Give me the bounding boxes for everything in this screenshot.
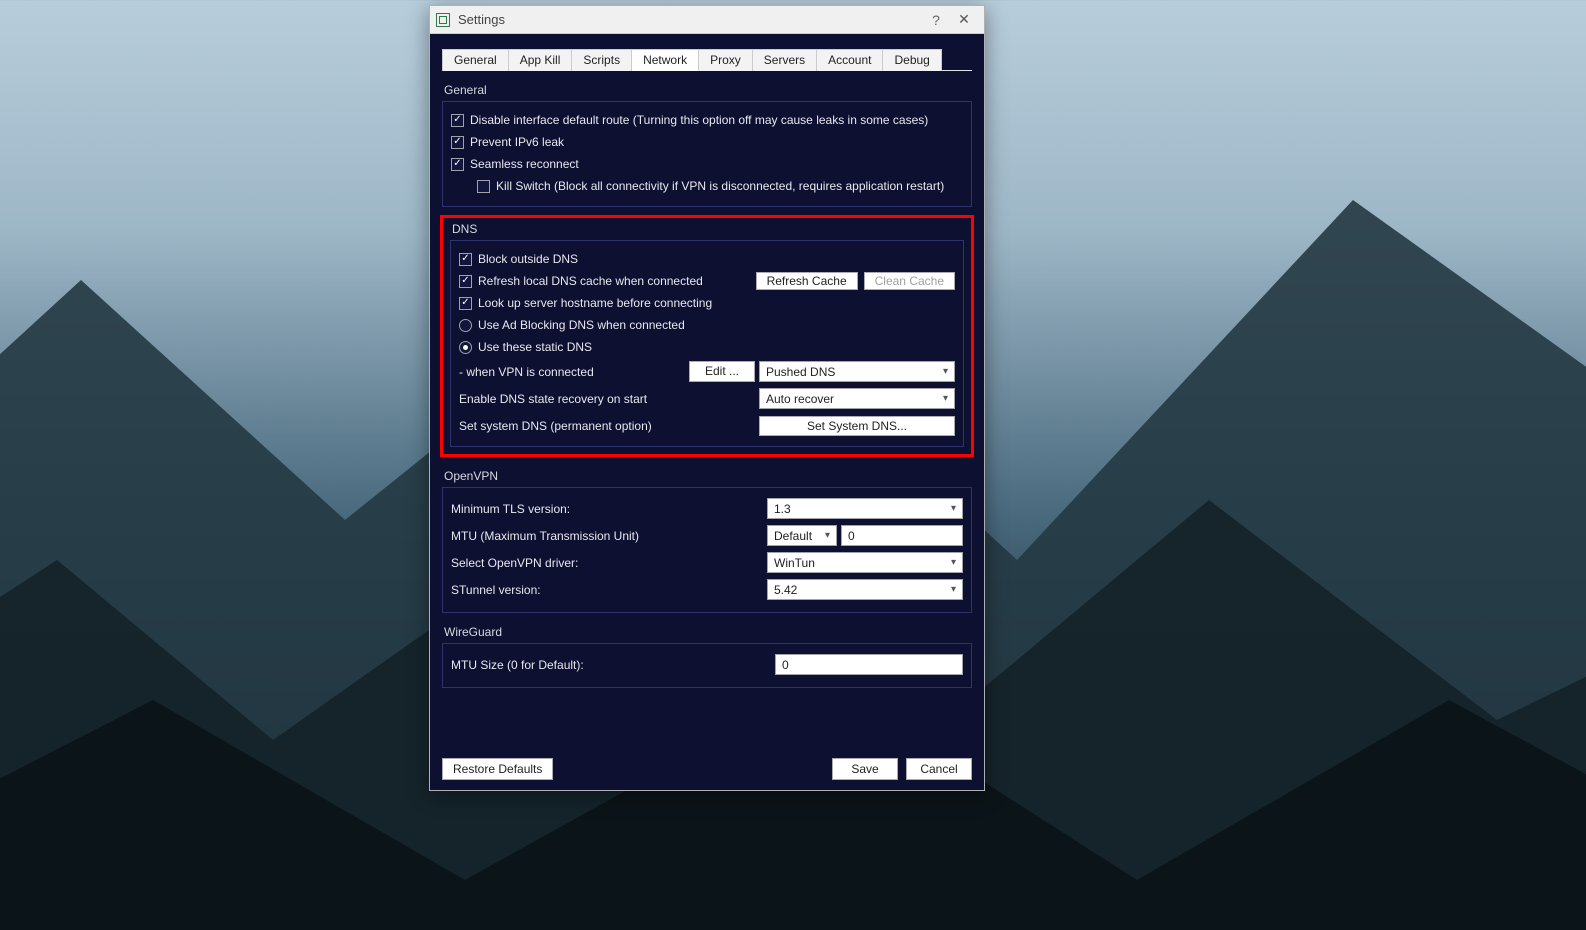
mtu-value-input[interactable]: 0 — [841, 525, 963, 546]
checkbox-block-outside-dns[interactable] — [459, 253, 472, 266]
wg-mtu-value: 0 — [782, 658, 789, 672]
titlebar: Settings ? ✕ — [430, 6, 984, 34]
radio-adblock-dns[interactable] — [459, 319, 472, 332]
section-title-general: General — [444, 83, 972, 97]
checkbox-killswitch[interactable] — [477, 180, 490, 193]
section-title-wireguard: WireGuard — [444, 625, 972, 639]
restore-defaults-button[interactable]: Restore Defaults — [442, 758, 553, 780]
dialog-content: General App Kill Scripts Network Proxy S… — [430, 34, 984, 790]
checkbox-refresh-dns-cache[interactable] — [459, 275, 472, 288]
group-dns: DNS Block outside DNS Refresh local DNS … — [440, 215, 974, 457]
edit-dns-button[interactable]: Edit ... — [689, 361, 755, 382]
label-killswitch: Kill Switch (Block all connectivity if V… — [496, 179, 944, 193]
tab-debug[interactable]: Debug — [883, 49, 941, 71]
label-wg-mtu: MTU Size (0 for Default): — [451, 658, 775, 672]
tab-proxy[interactable]: Proxy — [699, 49, 753, 71]
ovpn-driver-select[interactable]: WinTun ▾ — [767, 552, 963, 573]
mtu-value: 0 — [848, 529, 855, 543]
label-lookup-hostname: Look up server hostname before connectin… — [478, 296, 712, 310]
label-static-dns: Use these static DNS — [478, 340, 592, 354]
tab-scripts[interactable]: Scripts — [572, 49, 632, 71]
caret-icon: ▾ — [951, 584, 956, 595]
app-icon — [436, 13, 450, 27]
clean-cache-button[interactable]: Clean Cache — [864, 272, 955, 290]
caret-icon: ▾ — [951, 557, 956, 568]
tab-bar: General App Kill Scripts Network Proxy S… — [442, 48, 972, 71]
tab-servers[interactable]: Servers — [753, 49, 817, 71]
refresh-cache-button[interactable]: Refresh Cache — [756, 272, 858, 290]
tab-general[interactable]: General — [442, 49, 509, 71]
tab-app-kill[interactable]: App Kill — [509, 49, 573, 71]
radio-static-dns[interactable] — [459, 341, 472, 354]
set-system-dns-button[interactable]: Set System DNS... — [759, 416, 955, 436]
dns-recovery-value: Auto recover — [766, 392, 834, 406]
checkbox-prevent-ipv6[interactable] — [451, 136, 464, 149]
cancel-button[interactable]: Cancel — [906, 758, 972, 780]
dialog-footer: Restore Defaults Save Cancel — [442, 748, 972, 780]
mtu-mode-value: Default — [774, 529, 812, 543]
checkbox-disable-route[interactable] — [451, 114, 464, 127]
label-mtu: MTU (Maximum Transmission Unit) — [451, 529, 767, 543]
group-wireguard: MTU Size (0 for Default): 0 — [442, 643, 972, 688]
label-when-connected: - when VPN is connected — [459, 365, 689, 379]
label-stunnel: STunnel version: — [451, 583, 767, 597]
settings-dialog: Settings ? ✕ General App Kill Scripts Ne… — [429, 5, 985, 791]
caret-icon: ▾ — [951, 503, 956, 514]
pushed-dns-select[interactable]: Pushed DNS ▾ — [759, 361, 955, 382]
tab-account[interactable]: Account — [817, 49, 883, 71]
close-button[interactable]: ✕ — [950, 11, 978, 28]
label-set-system-dns: Set system DNS (permanent option) — [459, 419, 759, 433]
group-openvpn: Minimum TLS version: 1.3 ▾ MTU (Maximum … — [442, 487, 972, 613]
wg-mtu-input[interactable]: 0 — [775, 654, 963, 675]
pushed-dns-value: Pushed DNS — [766, 365, 835, 379]
tls-version-value: 1.3 — [774, 502, 791, 516]
stunnel-select[interactable]: 5.42 ▾ — [767, 579, 963, 600]
ovpn-driver-value: WinTun — [774, 556, 815, 570]
stunnel-value: 5.42 — [774, 583, 797, 597]
label-adblock-dns: Use Ad Blocking DNS when connected — [478, 318, 685, 332]
group-general: Disable interface default route (Turning… — [442, 101, 972, 207]
label-refresh-dns-cache: Refresh local DNS cache when connected — [478, 274, 756, 288]
save-button[interactable]: Save — [832, 758, 898, 780]
label-seamless: Seamless reconnect — [470, 157, 579, 171]
window-title: Settings — [458, 12, 505, 27]
label-tls-version: Minimum TLS version: — [451, 502, 767, 516]
label-dns-recovery: Enable DNS state recovery on start — [459, 392, 759, 406]
caret-icon: ▾ — [943, 393, 948, 404]
label-disable-route: Disable interface default route (Turning… — [470, 113, 928, 127]
mtu-mode-select[interactable]: Default ▾ — [767, 525, 837, 546]
checkbox-seamless[interactable] — [451, 158, 464, 171]
section-title-openvpn: OpenVPN — [444, 469, 972, 483]
help-button[interactable]: ? — [922, 12, 950, 28]
caret-icon: ▾ — [825, 530, 830, 541]
label-ovpn-driver: Select OpenVPN driver: — [451, 556, 767, 570]
tab-network[interactable]: Network — [632, 49, 699, 71]
caret-icon: ▾ — [943, 366, 948, 377]
label-block-outside-dns: Block outside DNS — [478, 252, 578, 266]
label-prevent-ipv6: Prevent IPv6 leak — [470, 135, 564, 149]
dns-recovery-select[interactable]: Auto recover ▾ — [759, 388, 955, 409]
checkbox-lookup-hostname[interactable] — [459, 297, 472, 310]
section-title-dns: DNS — [452, 222, 964, 236]
tls-version-select[interactable]: 1.3 ▾ — [767, 498, 963, 519]
